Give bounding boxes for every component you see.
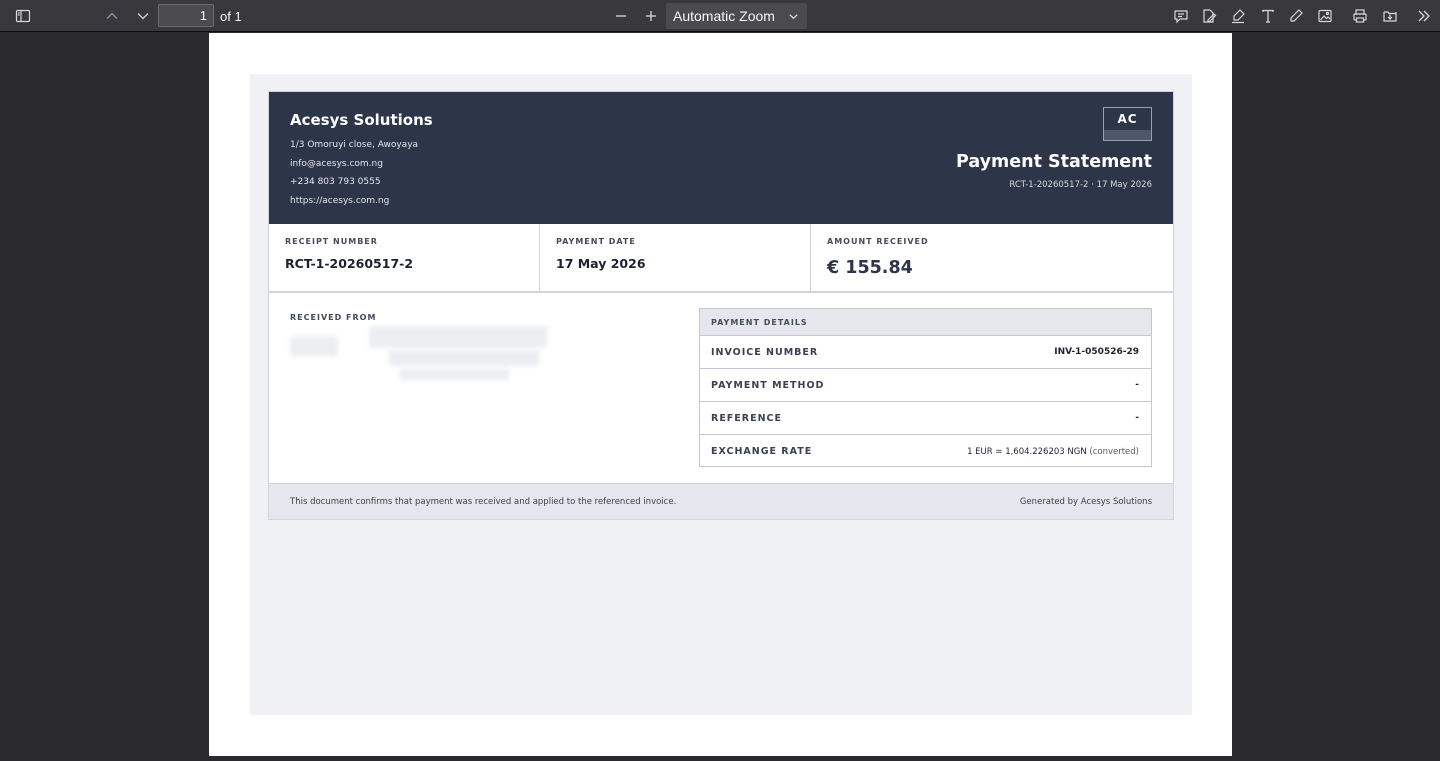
receipt-number-label: RECEIPT NUMBER xyxy=(285,237,378,246)
payment-date-value: 17 May 2026 xyxy=(556,256,646,271)
invoice-number-value: INV-1-050526-29 xyxy=(1054,347,1139,357)
company-website: https://acesys.com.ng xyxy=(290,196,390,206)
statement-subtitle: RCT-1-20260517-2 · 17 May 2026 xyxy=(1009,180,1152,190)
chevron-up-icon[interactable] xyxy=(99,4,125,28)
page-number-input[interactable]: 1 xyxy=(158,4,214,27)
reference-value: - xyxy=(1135,413,1139,423)
company-logo: AC xyxy=(1103,107,1152,141)
plus-icon[interactable] xyxy=(638,4,664,28)
statement-card: Acesys Solutions 1/3 Omoruyi close, Awoy… xyxy=(268,91,1174,520)
footer-note: This document confirms that payment was … xyxy=(290,497,677,507)
tools-icon[interactable] xyxy=(1411,4,1437,28)
payment-details-table: PAYMENT DETAILS INVOICE NUMBER INV-1-050… xyxy=(699,308,1152,467)
invoice-number-label: INVOICE NUMBER xyxy=(711,347,819,358)
payment-method-value: - xyxy=(1135,380,1139,390)
zoom-select[interactable]: Automatic Zoom xyxy=(666,3,807,29)
print-icon[interactable] xyxy=(1347,4,1373,28)
save-icon[interactable] xyxy=(1377,4,1403,28)
exchange-rate-value: 1 EUR = 1,604.226203 NGN (converted) xyxy=(967,447,1139,457)
pdf-page: Acesys Solutions 1/3 Omoruyi close, Awoy… xyxy=(209,33,1232,756)
payment-details-heading-text: PAYMENT DETAILS xyxy=(711,318,808,327)
payment-details-heading: PAYMENT DETAILS xyxy=(700,309,1151,336)
statement-sheet: Acesys Solutions 1/3 Omoruyi close, Awoy… xyxy=(250,74,1192,715)
footer-generated-by: Generated by Acesys Solutions xyxy=(1019,497,1152,507)
received-from-label: RECEIVED FROM xyxy=(290,313,377,322)
exchange-rate-label: EXCHANGE RATE xyxy=(711,446,813,457)
payment-date-cell: PAYMENT DATE 17 May 2026 xyxy=(540,224,811,291)
exchange-rate-note: (converted) xyxy=(1089,447,1139,457)
pdf-toolbar: 1 of 1 Automatic Zoom xyxy=(0,0,1440,32)
draw-icon[interactable] xyxy=(1283,4,1309,28)
payment-date-label: PAYMENT DATE xyxy=(556,237,636,246)
page-count-label: of 1 xyxy=(220,9,242,24)
exchange-rate-text: 1 EUR = 1,604.226203 NGN xyxy=(967,447,1087,457)
table-row: PAYMENT METHOD - xyxy=(700,369,1151,402)
statement-title: Payment Statement xyxy=(956,152,1152,172)
table-row: EXCHANGE RATE 1 EUR = 1,604.226203 NGN (… xyxy=(700,435,1151,468)
chevron-down-icon xyxy=(789,14,798,20)
highlight-icon[interactable] xyxy=(1225,4,1251,28)
sidebar-toggle-icon[interactable] xyxy=(10,4,36,28)
amount-received-cell: AMOUNT RECEIVED € 155.84 xyxy=(811,224,1173,291)
statement-footer: This document confirms that payment was … xyxy=(269,483,1173,519)
minus-icon[interactable] xyxy=(608,4,634,28)
receipt-number-value: RCT-1-20260517-2 xyxy=(285,256,414,271)
payment-method-label: PAYMENT METHOD xyxy=(711,380,825,391)
table-row: INVOICE NUMBER INV-1-050526-29 xyxy=(700,336,1151,369)
statement-header: Acesys Solutions 1/3 Omoruyi close, Awoy… xyxy=(269,92,1173,224)
table-row: REFERENCE - xyxy=(700,402,1151,435)
amount-received-value: € 155.84 xyxy=(827,258,913,278)
summary-row: RECEIPT NUMBER RCT-1-20260517-2 PAYMENT … xyxy=(269,224,1173,293)
text-icon[interactable] xyxy=(1255,4,1281,28)
company-phone: +234 803 793 0555 xyxy=(290,177,381,187)
logo-initials: AC xyxy=(1104,108,1151,130)
chevron-down-icon[interactable] xyxy=(130,4,156,28)
company-email: info@acesys.com.ng xyxy=(290,159,383,169)
comment-icon[interactable] xyxy=(1168,4,1194,28)
company-name: Acesys Solutions xyxy=(290,111,433,129)
reference-label: REFERENCE xyxy=(711,413,783,424)
amount-received-label: AMOUNT RECEIVED xyxy=(827,237,929,246)
receipt-number-cell: RECEIPT NUMBER RCT-1-20260517-2 xyxy=(269,224,540,291)
company-address: 1/3 Omoruyi close, Awoyaya xyxy=(290,140,419,150)
signature-icon[interactable] xyxy=(1196,4,1222,28)
zoom-value: Automatic Zoom xyxy=(673,8,775,24)
image-icon[interactable] xyxy=(1312,4,1338,28)
